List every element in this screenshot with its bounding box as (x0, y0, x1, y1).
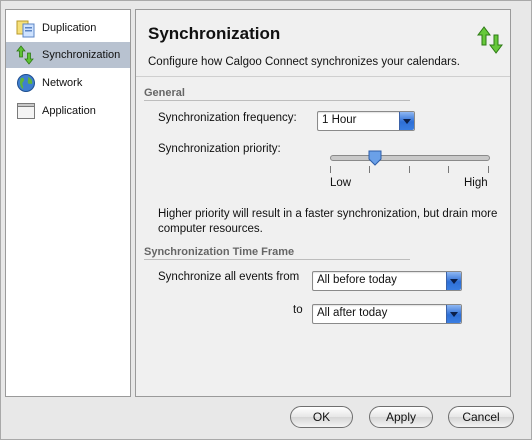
sidebar-item-label: Synchronization (42, 49, 121, 61)
apply-button[interactable]: Apply (369, 406, 433, 428)
preferences-window: Duplication Synchronization Network Appl… (0, 0, 532, 440)
page-title: Synchronization (148, 24, 281, 43)
slider-high-label: High (464, 177, 488, 189)
slider-low-label: Low (330, 177, 352, 189)
slider-tick (369, 166, 370, 173)
ok-button[interactable]: OK (290, 406, 353, 428)
frequency-value: 1 Hour (322, 114, 357, 126)
sidebar-item-network[interactable]: Network (6, 70, 130, 96)
globe-icon (16, 73, 36, 93)
sidebar-item-application[interactable]: Application (6, 98, 130, 124)
section-title-time-frame: Synchronization Time Frame (144, 246, 295, 258)
sidebar-item-label: Network (42, 77, 83, 89)
priority-slider-handle[interactable] (368, 150, 382, 166)
from-select[interactable]: All before today (312, 271, 462, 291)
priority-note: Higher priority will result in a faster … (158, 208, 498, 235)
chevron-down-icon (446, 272, 461, 290)
application-window-icon (16, 101, 36, 121)
divider (144, 100, 410, 101)
sidebar-item-label: Duplication (42, 22, 97, 34)
from-label: Synchronize all events from (158, 271, 300, 283)
sync-arrows-icon (16, 45, 36, 65)
category-sidebar: Duplication Synchronization Network Appl… (5, 9, 131, 397)
chevron-down-icon (399, 112, 414, 130)
slider-tick (448, 166, 449, 173)
duplication-icon (16, 18, 36, 38)
divider (144, 259, 410, 260)
frequency-select[interactable]: 1 Hour (317, 111, 415, 131)
to-value: All after today (317, 307, 388, 319)
to-select[interactable]: All after today (312, 304, 462, 324)
priority-slider-track[interactable] (330, 155, 490, 161)
from-value: All before today (317, 274, 397, 286)
divider (136, 76, 510, 77)
section-title-general: General (144, 87, 185, 99)
page-description: Configure how Calgoo Connect synchronize… (148, 56, 460, 68)
sync-arrows-icon (476, 25, 506, 55)
cancel-button[interactable]: Cancel (448, 406, 514, 428)
to-label: to (293, 304, 303, 316)
settings-panel: Synchronization Configure how Calgoo Con… (135, 9, 511, 397)
sidebar-item-synchronization[interactable]: Synchronization (6, 42, 130, 68)
slider-tick (330, 166, 331, 173)
sidebar-item-duplication[interactable]: Duplication (6, 15, 130, 41)
chevron-down-icon (446, 305, 461, 323)
sidebar-item-label: Application (42, 105, 96, 117)
slider-tick (409, 166, 410, 173)
priority-label: Synchronization priority: (158, 143, 281, 155)
slider-tick (488, 166, 489, 173)
frequency-label: Synchronization frequency: (158, 112, 297, 124)
